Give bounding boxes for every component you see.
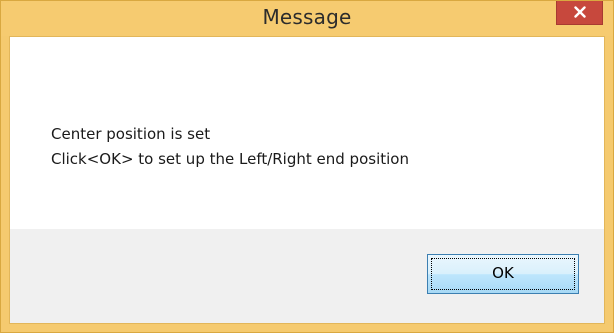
close-icon	[574, 6, 586, 18]
message-line-2: Click<OK> to set up the Left/Right end p…	[51, 150, 409, 168]
message-dialog: Message Center position is set Click<OK>…	[0, 0, 614, 333]
dialog-body: Center position is set Click<OK> to set …	[9, 36, 605, 324]
ok-button-label: OK	[492, 264, 514, 282]
button-bar: OK	[10, 229, 604, 323]
close-button[interactable]	[556, 1, 603, 25]
message-line-1: Center position is set	[51, 125, 211, 143]
dialog-title: Message	[262, 5, 352, 29]
title-bar[interactable]: Message	[1, 1, 613, 36]
message-area: Center position is set Click<OK> to set …	[10, 37, 604, 229]
ok-button[interactable]: OK	[427, 254, 579, 294]
